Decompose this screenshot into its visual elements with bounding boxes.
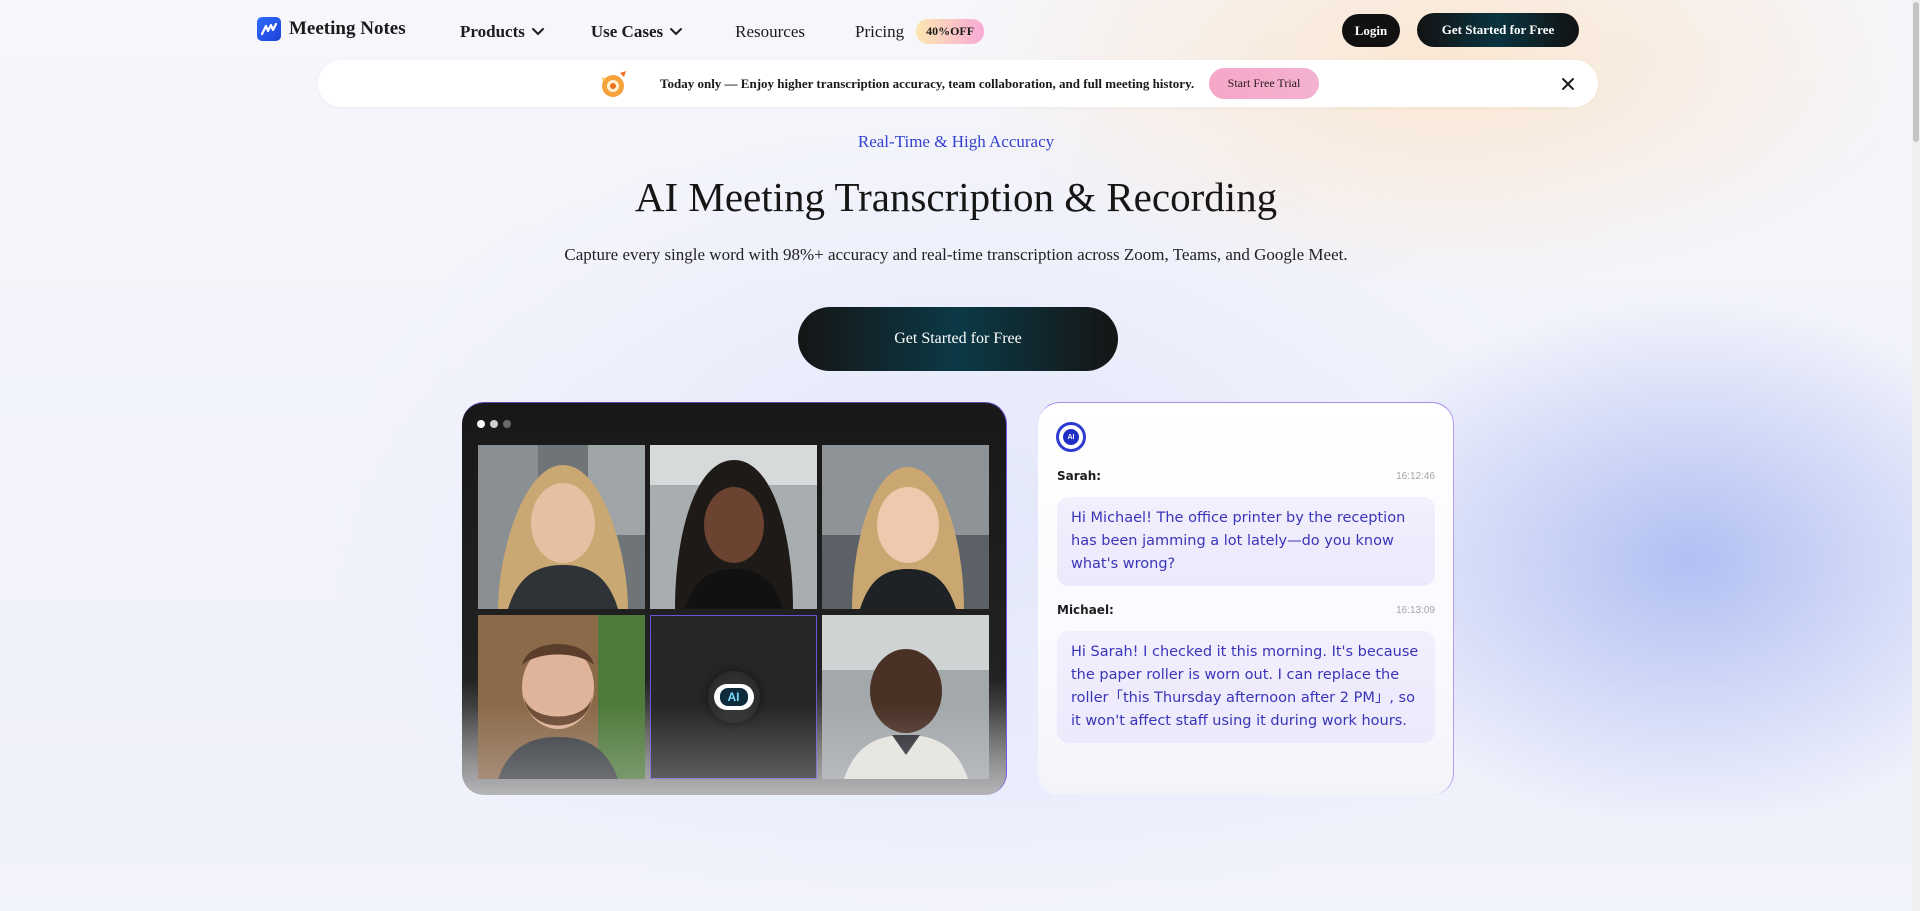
hero-eyebrow: Real-Time & High Accuracy bbox=[857, 132, 1055, 151]
video-call-preview: AI bbox=[462, 402, 1007, 795]
participant-video bbox=[822, 445, 989, 609]
logo-icon bbox=[257, 17, 281, 41]
ai-bot-label: AI bbox=[719, 688, 748, 706]
nav-pricing-label: Pricing bbox=[854, 21, 905, 41]
page-scrollbar[interactable] bbox=[1912, 0, 1920, 911]
announcement-text: Today only — Enjoy higher transcription … bbox=[660, 76, 1195, 91]
window-dot bbox=[477, 420, 485, 428]
start-free-trial-button[interactable]: Start Free Trial bbox=[1209, 68, 1319, 99]
get-started-nav-button[interactable]: Get Started for Free bbox=[1417, 13, 1579, 47]
transcript-message: Hi Michael! The office printer by the re… bbox=[1057, 497, 1435, 586]
nav-use-cases-label: Use Cases bbox=[590, 21, 664, 41]
ai-avatar-icon: AI bbox=[1056, 422, 1086, 452]
discount-badge: 40%OFF bbox=[916, 19, 985, 44]
message-timestamp: 16:13:09 bbox=[1396, 605, 1435, 616]
message-timestamp: 16:12:46 bbox=[1396, 471, 1435, 482]
bottom-fade bbox=[0, 800, 1912, 911]
nav-products-label: Products bbox=[460, 21, 525, 41]
speaker-name: Sarah: bbox=[1057, 469, 1102, 483]
transcript-message: Hi Sarah! I checked it this morning. It'… bbox=[1057, 631, 1435, 743]
ai-assistant-tile: AI bbox=[650, 615, 817, 779]
announcement-bar: Today only — Enjoy higher transcription … bbox=[318, 60, 1598, 107]
chevron-down-icon bbox=[531, 27, 544, 35]
top-navigation: Meeting Notes Products Use Cases Resourc… bbox=[0, 0, 1912, 60]
participant-video bbox=[822, 615, 989, 779]
nav-pricing[interactable]: Pricing bbox=[855, 22, 904, 42]
close-icon[interactable] bbox=[1558, 74, 1578, 94]
nav-links: Products Use Cases Resources Pricing 40%… bbox=[460, 19, 985, 44]
scrollbar-thumb[interactable] bbox=[1913, 2, 1919, 142]
chevron-down-icon bbox=[670, 27, 683, 35]
login-button[interactable]: Login bbox=[1342, 14, 1400, 47]
ai-avatar-label: AI bbox=[1063, 429, 1079, 445]
get-started-hero-button[interactable]: Get Started for Free bbox=[798, 307, 1118, 371]
transcript-panel: AI Sarah: 16:12:46 Hi Michael! The offic… bbox=[1038, 402, 1454, 795]
speaker-name: Michael: bbox=[1057, 603, 1114, 617]
window-dot bbox=[503, 420, 511, 428]
hero-title: AI Meeting Transcription & Recording bbox=[634, 174, 1278, 220]
window-dots bbox=[477, 420, 511, 428]
participant-video bbox=[478, 615, 645, 779]
logo-text: Meeting Notes bbox=[289, 18, 406, 39]
nav-products[interactable]: Products bbox=[460, 22, 545, 42]
window-dot bbox=[490, 420, 498, 428]
ai-bot-icon: AI bbox=[707, 671, 760, 723]
nav-resources[interactable]: Resources bbox=[735, 22, 805, 42]
participant-video bbox=[478, 445, 645, 609]
logo[interactable]: Meeting Notes bbox=[257, 17, 406, 41]
nav-use-cases[interactable]: Use Cases bbox=[591, 22, 683, 42]
rocket-icon bbox=[596, 67, 630, 101]
participant-video bbox=[650, 445, 817, 609]
hero-subtitle: Capture every single word with 98%+ accu… bbox=[564, 245, 1348, 264]
